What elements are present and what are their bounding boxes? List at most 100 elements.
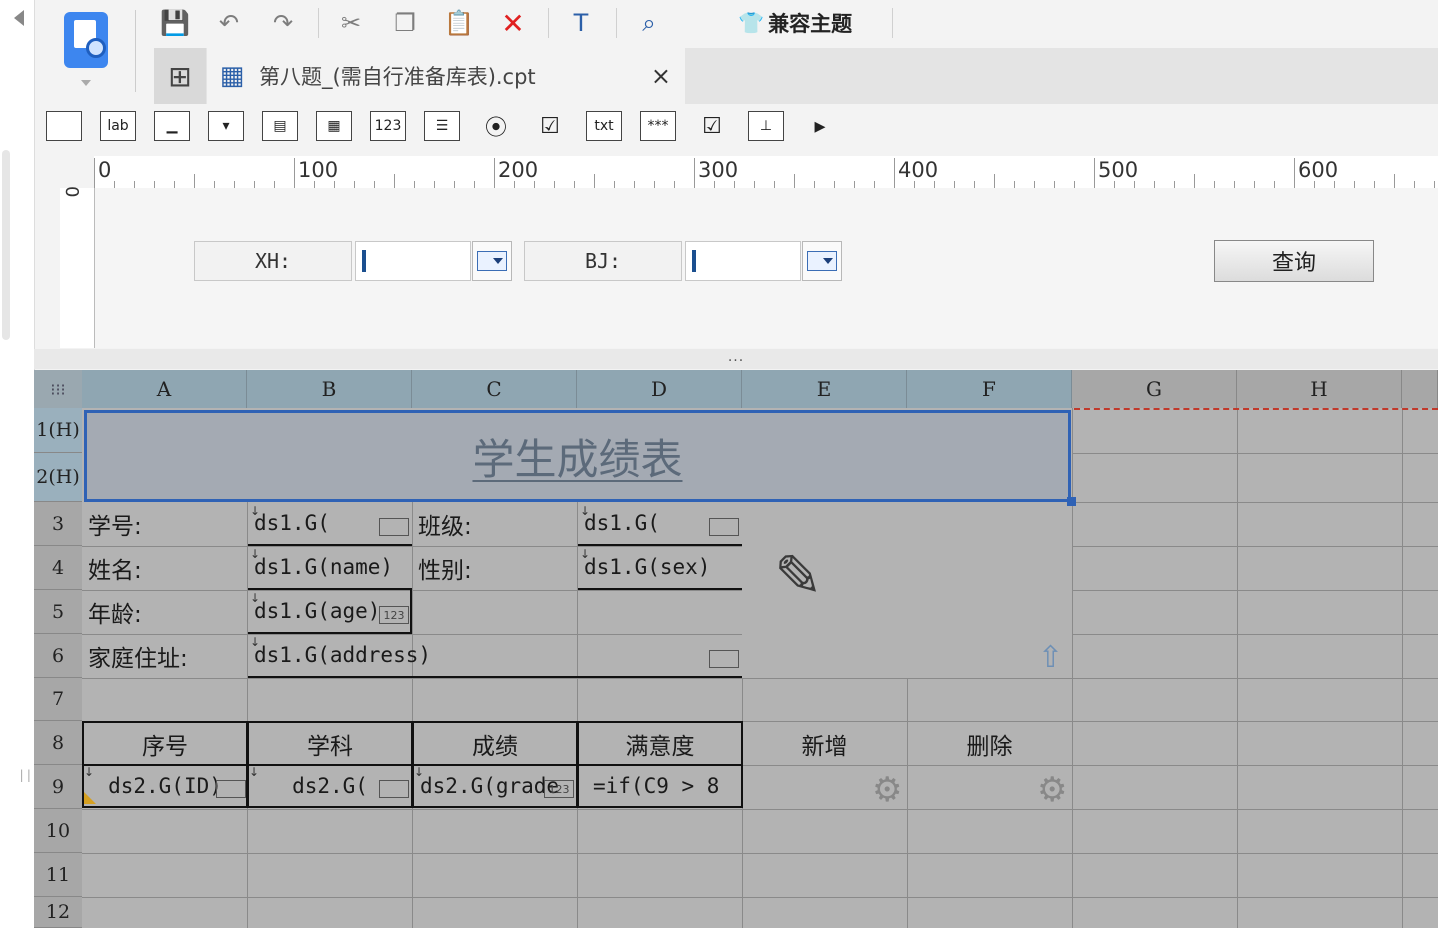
column-header-g[interactable]: G	[1072, 370, 1237, 408]
column-header-i[interactable]	[1402, 370, 1438, 408]
app-logo-icon[interactable]	[64, 12, 108, 68]
ruler-tick	[1274, 181, 1275, 188]
report-grid[interactable]: ⁝⁝⁝ A B C D E F G H 1(H) 2(H) 3 4 5 6 7 …	[34, 370, 1438, 928]
expand-down-icon: ↓	[250, 635, 261, 649]
bj-input[interactable]	[685, 241, 801, 281]
row-header[interactable]: 11	[34, 853, 82, 897]
left-scrollbar[interactable]	[2, 150, 10, 340]
logo-dropdown-icon[interactable]	[81, 80, 91, 86]
row-header[interactable]: 12	[34, 897, 82, 928]
column-header-f[interactable]: F	[907, 370, 1072, 408]
cell-c3[interactable]: 班级:	[418, 502, 576, 546]
layout-grid-icon[interactable]: ⊞	[154, 48, 206, 104]
tree-widget-icon[interactable]: ⊥	[748, 111, 784, 141]
save-icon[interactable]: 💾	[158, 6, 192, 40]
text-widget-icon[interactable]: txt	[586, 111, 622, 141]
textbox-widget-icon	[379, 518, 409, 536]
cell-e8[interactable]: 新增	[742, 721, 907, 766]
ruler-label: 100	[298, 158, 339, 182]
list-widget-icon[interactable]: ☰	[424, 111, 460, 141]
row-header[interactable]: 2(H)	[34, 453, 82, 502]
ruler-tick	[1014, 181, 1015, 188]
more-widgets-icon[interactable]: ▸	[802, 111, 838, 141]
cell-f8[interactable]: 删除	[907, 721, 1072, 766]
cell-d9[interactable]: =if(C9 > 8	[577, 764, 743, 808]
collapse-left-icon[interactable]	[14, 10, 24, 26]
divider	[135, 10, 136, 92]
text-preview-icon[interactable]: T	[564, 6, 598, 40]
xh-dropdown-icon[interactable]	[472, 241, 512, 281]
bj-dropdown-icon[interactable]	[802, 241, 842, 281]
row-header[interactable]: 3	[34, 502, 82, 546]
row-header[interactable]: 6	[34, 634, 82, 678]
pane-divider[interactable]: ...	[34, 349, 1438, 369]
grid-line	[1402, 408, 1403, 928]
cell-d4[interactable]: ds1.G(sex)	[578, 546, 742, 590]
close-icon[interactable]: ×	[651, 62, 671, 90]
cell-c4[interactable]: 性别:	[418, 546, 576, 590]
cell-b8[interactable]: 学科	[247, 721, 413, 766]
selection-handle[interactable]	[1067, 497, 1076, 506]
redo-icon[interactable]: ↷	[266, 6, 300, 40]
split-handle-icon[interactable]: ||	[18, 768, 32, 782]
row-header[interactable]: 4	[34, 546, 82, 590]
row-header[interactable]: 10	[34, 809, 82, 853]
query-button[interactable]: 查询	[1214, 240, 1374, 282]
cell-a5[interactable]: 年龄:	[88, 590, 246, 634]
ruler-tick	[1354, 181, 1355, 188]
column-header-c[interactable]: C	[412, 370, 577, 408]
checkbox-widget-icon[interactable]: ☑	[694, 111, 730, 141]
cell-b6[interactable]: ds1.G(address)	[248, 634, 742, 678]
cell-d8[interactable]: 满意度	[577, 721, 743, 766]
title-cell[interactable]: 学生成绩表	[84, 410, 1071, 502]
ruler-tick	[974, 181, 975, 188]
tab-file-label: 第八题_(需自行准备库表).cpt	[259, 65, 536, 89]
theme-button[interactable]: 👕 兼容主题	[738, 6, 852, 40]
row-header[interactable]: 1(H)	[34, 408, 82, 453]
radio-group-icon[interactable]: ⦿	[478, 111, 514, 141]
checkbox-group-icon[interactable]: ☑	[532, 111, 568, 141]
textbox-widget-icon[interactable]	[46, 111, 82, 141]
dropdown-widget-icon[interactable]: ▾	[208, 111, 244, 141]
gear-icon[interactable]: ⚙	[872, 770, 902, 810]
cell-a3[interactable]: 学号:	[88, 502, 246, 546]
chart-preview-icon[interactable]: ⌕	[632, 6, 666, 40]
ruler-tick	[1394, 174, 1395, 188]
column-header-d[interactable]: D	[577, 370, 742, 408]
column-header-h[interactable]: H	[1237, 370, 1402, 408]
password-widget-icon[interactable]: ***	[640, 111, 676, 141]
cell-a8[interactable]: 序号	[82, 721, 248, 766]
cell-c8[interactable]: 成绩	[412, 721, 578, 766]
date-widget-icon[interactable]: ▤	[262, 111, 298, 141]
column-header-a[interactable]: A	[82, 370, 247, 408]
row-header[interactable]: 5	[34, 590, 82, 634]
button-widget-icon[interactable]: ▁	[154, 111, 190, 141]
calendar-widget-icon[interactable]: ▦	[316, 111, 352, 141]
delete-icon[interactable]: ✕	[496, 6, 530, 40]
gear-icon[interactable]: ⚙	[1037, 770, 1067, 810]
cell-b4[interactable]: ds1.G(name)	[248, 546, 412, 590]
cell-a6[interactable]: 家庭住址:	[88, 634, 246, 678]
column-header-b[interactable]: B	[247, 370, 412, 408]
column-header-e[interactable]: E	[742, 370, 907, 408]
ruler-tick	[294, 158, 295, 188]
paste-icon[interactable]: 📋	[442, 6, 476, 40]
expand-down-icon: ↓	[580, 504, 591, 518]
label-widget-icon[interactable]: lab	[100, 111, 136, 141]
cut-icon[interactable]: ✂	[334, 6, 368, 40]
grid-line	[1072, 634, 1438, 635]
select-all-corner[interactable]: ⁝⁝⁝	[34, 370, 82, 408]
pencil-icon[interactable]: ✎	[774, 542, 823, 610]
copy-icon[interactable]: ❐	[388, 6, 422, 40]
row-header[interactable]: 9	[34, 765, 82, 809]
number-widget-icon[interactable]: 123	[370, 111, 406, 141]
xh-input[interactable]	[355, 241, 471, 281]
tab-file[interactable]: ▦ 第八题_(需自行准备库表).cpt ×	[207, 48, 685, 104]
row-header[interactable]: 7	[34, 678, 82, 721]
row-header[interactable]: 8	[34, 721, 82, 765]
ruler-tick	[154, 181, 155, 188]
undo-icon[interactable]: ↶	[212, 6, 246, 40]
cell-a4[interactable]: 姓名:	[88, 546, 246, 590]
grid-line	[82, 897, 1438, 898]
textbox-widget-icon	[709, 650, 739, 668]
